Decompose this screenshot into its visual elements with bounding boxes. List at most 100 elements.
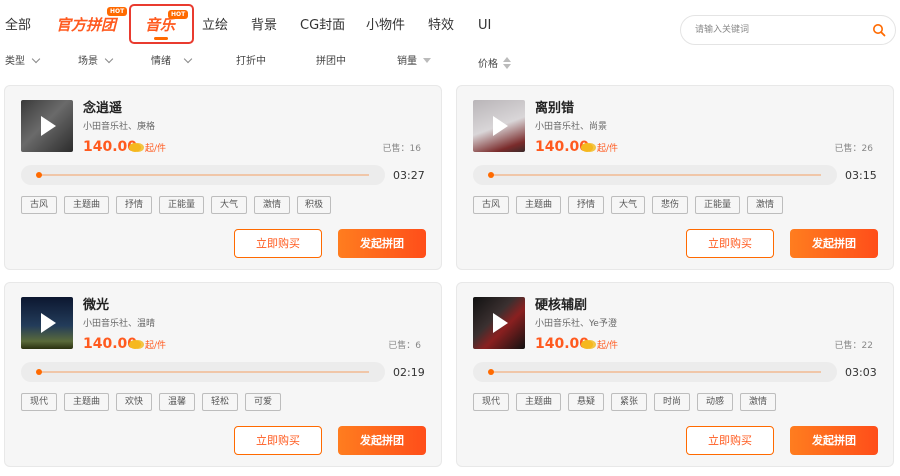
- audio-progress-bar[interactable]: [473, 165, 837, 185]
- track-duration: 03:03: [845, 366, 877, 379]
- tag[interactable]: 积极: [297, 196, 331, 214]
- progress-handle[interactable]: [488, 172, 494, 178]
- tag[interactable]: 抒情: [568, 196, 604, 214]
- tag[interactable]: 正能量: [159, 196, 204, 214]
- audio-progress-bar[interactable]: [473, 362, 837, 382]
- music-card: 微光 小田音乐社、温晴 140.00 起/件 已售：6 02:19 现代 主题曲…: [4, 282, 442, 467]
- tag[interactable]: 悬疑: [568, 393, 604, 411]
- track-duration: 02:19: [393, 366, 425, 379]
- tag[interactable]: 现代: [21, 393, 57, 411]
- tag[interactable]: 悲伤: [652, 196, 688, 214]
- album-cover[interactable]: [21, 100, 73, 152]
- tag[interactable]: 主题曲: [64, 196, 109, 214]
- nav-lihui[interactable]: 立绘: [202, 16, 228, 36]
- hot-badge: HOT: [107, 7, 128, 16]
- music-card: 离别错 小田音乐社、尚景 140.00 起/件 已售：26 03:15 古风 主…: [456, 85, 894, 270]
- start-group-buy-button[interactable]: 发起拼团: [338, 229, 426, 258]
- progress-track: [39, 174, 369, 176]
- tag[interactable]: 激情: [254, 196, 290, 214]
- search-input[interactable]: [695, 22, 855, 38]
- song-title[interactable]: 微光: [83, 297, 109, 315]
- coin-icon: [581, 340, 593, 349]
- filter-price-label: 价格: [478, 59, 498, 70]
- tag[interactable]: 古风: [473, 196, 509, 214]
- start-group-buy-button[interactable]: 发起拼团: [790, 426, 878, 455]
- nav-effects[interactable]: 特效: [428, 16, 454, 36]
- song-title[interactable]: 念逍遥: [83, 100, 122, 118]
- play-icon[interactable]: [493, 116, 508, 136]
- buy-now-button[interactable]: 立即购买: [234, 229, 322, 258]
- nav-official-group[interactable]: 官方拼团: [56, 14, 116, 36]
- filter-mood[interactable]: 情绪: [151, 54, 193, 69]
- filter-type[interactable]: 类型: [5, 54, 41, 69]
- song-title[interactable]: 离别错: [535, 100, 574, 118]
- song-artist: 小田音乐社、尚景: [535, 122, 608, 132]
- nav-all[interactable]: 全部: [5, 16, 31, 36]
- filter-sales-label: 销量: [397, 56, 417, 67]
- album-cover[interactable]: [473, 100, 525, 152]
- tag[interactable]: 主题曲: [64, 393, 109, 411]
- song-artist: 小田音乐社、Ye予澄: [535, 319, 617, 329]
- start-group-buy-button[interactable]: 发起拼团: [790, 229, 878, 258]
- tag[interactable]: 可爱: [245, 393, 281, 411]
- buy-now-button[interactable]: 立即购买: [686, 426, 774, 455]
- tag[interactable]: 大气: [611, 196, 645, 214]
- tag[interactable]: 主题曲: [516, 393, 561, 411]
- song-title[interactable]: 硬核辅剧: [535, 297, 587, 315]
- search-box: [680, 15, 896, 45]
- progress-handle[interactable]: [36, 172, 42, 178]
- tag[interactable]: 激情: [747, 196, 783, 214]
- tag[interactable]: 正能量: [695, 196, 740, 214]
- track-duration: 03:15: [845, 169, 877, 182]
- audio-progress-bar[interactable]: [21, 165, 385, 185]
- buy-now-button[interactable]: 立即购买: [234, 426, 322, 455]
- filter-sales[interactable]: 销量: [397, 55, 431, 69]
- filter-scene[interactable]: 场景: [78, 54, 114, 69]
- tag[interactable]: 现代: [473, 393, 509, 411]
- play-icon[interactable]: [493, 313, 508, 333]
- song-artist: 小田音乐社、温晴: [83, 319, 156, 329]
- chevron-down-icon: [31, 54, 41, 64]
- filter-discounting[interactable]: 打折中: [236, 55, 266, 69]
- album-cover[interactable]: [473, 297, 525, 349]
- tag[interactable]: 紧张: [611, 393, 647, 411]
- sold-count: 已售：26: [834, 144, 873, 154]
- filter-price[interactable]: 价格: [478, 55, 511, 72]
- tag[interactable]: 激情: [740, 393, 776, 411]
- tag[interactable]: 大气: [211, 196, 247, 214]
- progress-handle[interactable]: [488, 369, 494, 375]
- nav-music[interactable]: 音乐 HOT: [129, 4, 194, 44]
- album-cover[interactable]: [21, 297, 73, 349]
- filter-discounting-label: 打折中: [236, 56, 266, 67]
- play-icon[interactable]: [41, 116, 56, 136]
- top-nav: 全部 官方拼团 HOT 音乐 HOT 立绘 背景 CG封面 小物件 特效 UI: [0, 0, 900, 52]
- coin-icon: [581, 143, 593, 152]
- progress-handle[interactable]: [36, 369, 42, 375]
- tag[interactable]: 温馨: [159, 393, 195, 411]
- progress-track: [491, 174, 821, 176]
- tag[interactable]: 抒情: [116, 196, 152, 214]
- buy-now-button[interactable]: 立即购买: [686, 229, 774, 258]
- nav-background[interactable]: 背景: [251, 16, 277, 36]
- tag[interactable]: 时尚: [654, 393, 690, 411]
- play-icon[interactable]: [41, 313, 56, 333]
- nav-cg-cover[interactable]: CG封面: [300, 16, 345, 36]
- price-unit: 起/件: [145, 144, 167, 154]
- nav-small-items[interactable]: 小物件: [366, 16, 405, 36]
- tag[interactable]: 主题曲: [516, 196, 561, 214]
- start-group-buy-button[interactable]: 发起拼团: [338, 426, 426, 455]
- price-unit: 起/件: [597, 144, 619, 154]
- tag[interactable]: 欢快: [116, 393, 152, 411]
- tag[interactable]: 动感: [697, 393, 733, 411]
- chevron-down-icon: [183, 54, 193, 64]
- tag[interactable]: 轻松: [202, 393, 238, 411]
- nav-ui[interactable]: UI: [478, 16, 491, 36]
- song-artist: 小田音乐社、庚格: [83, 122, 156, 132]
- filter-grouping-label: 拼团中: [316, 56, 346, 67]
- sort-down-icon: [423, 58, 431, 63]
- sold-count: 已售：16: [382, 144, 421, 154]
- audio-progress-bar[interactable]: [21, 362, 385, 382]
- search-icon[interactable]: [872, 23, 886, 37]
- filter-grouping[interactable]: 拼团中: [316, 55, 346, 69]
- tag[interactable]: 古风: [21, 196, 57, 214]
